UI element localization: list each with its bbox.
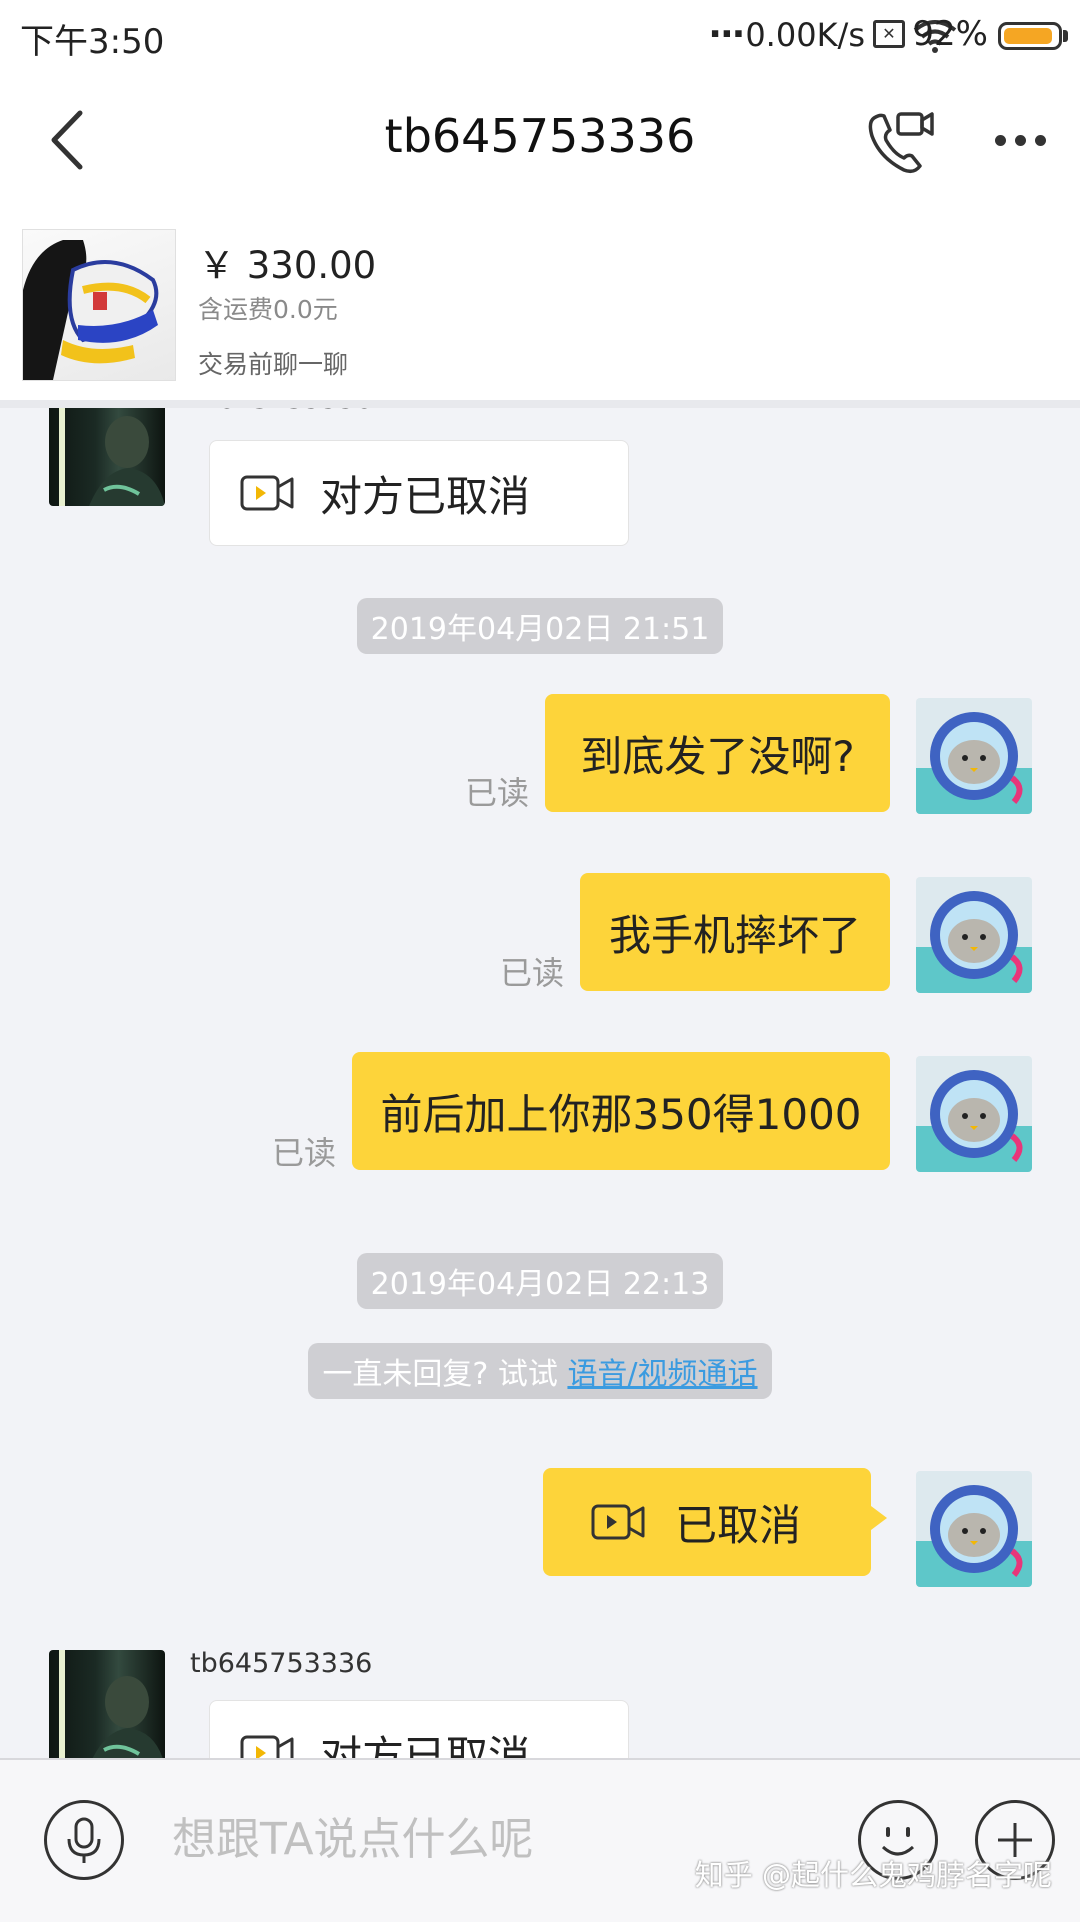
chat-list[interactable]: tb645753336 对方已取消 2019年04月02日 21:51 到底发了…: [0, 408, 1080, 1758]
battery-icon: [998, 22, 1062, 50]
watermark: 知乎 @起什么鬼鸡脖名字呢: [694, 1858, 1053, 1892]
read-status: 已读: [272, 1134, 337, 1172]
timestamp: 2019年04月02日 22:13: [356, 1253, 724, 1309]
timestamp-row: 2019年04月02日 22:13: [0, 1253, 1080, 1309]
battery-percent: 92%: [912, 14, 988, 54]
timestamp: 2019年04月02日 21:51: [356, 598, 724, 654]
video-icon: [591, 1504, 645, 1540]
message-bubble[interactable]: 前后加上你那350得1000: [352, 1052, 890, 1170]
call-hint-row: 一直未回复? 试试 语音/视频通话: [0, 1343, 1080, 1399]
timestamp-row: 2019年04月02日 21:51: [0, 598, 1080, 654]
sender-name: tb645753336: [190, 408, 372, 415]
sender-name: tb645753336: [190, 1648, 373, 1679]
voice-video-call-link[interactable]: 语音/视频通话: [567, 1357, 757, 1392]
sim-error-icon: ✕: [873, 20, 905, 48]
status-time: 下午3:50: [20, 22, 165, 62]
bubble-tail: [871, 1506, 887, 1530]
message-text: 对方已取消: [320, 1731, 531, 1759]
my-avatar[interactable]: [916, 877, 1032, 993]
my-avatar[interactable]: [916, 698, 1032, 814]
read-status: 已读: [500, 954, 565, 992]
microphone-icon[interactable]: [44, 1800, 124, 1880]
avatar[interactable]: [49, 408, 165, 506]
status-bar: 下午3:50 ··· 0.00K/s ✕ 92%: [0, 0, 1080, 75]
message-text: 已取消: [675, 1500, 802, 1550]
my-avatar[interactable]: [916, 1471, 1032, 1587]
read-status: 已读: [465, 774, 530, 812]
product-image[interactable]: [22, 229, 176, 381]
my-avatar[interactable]: [916, 1056, 1032, 1172]
call-hint-text: 一直未回复? 试试: [322, 1357, 568, 1392]
video-icon: [240, 475, 294, 511]
message-bubble[interactable]: 我手机摔坏了: [580, 873, 890, 991]
message-bubble[interactable]: 对方已取消: [209, 1700, 629, 1758]
battery-cap: [1063, 30, 1068, 42]
message-bubble[interactable]: 到底发了没啊?: [545, 694, 890, 812]
network-speed-label: 0.00K/s: [745, 15, 865, 54]
video-icon: [240, 1735, 294, 1758]
product-shipping: 含运费0.0元: [198, 295, 338, 324]
call-hint: 一直未回复? 试试 语音/视频通话: [308, 1343, 772, 1399]
message-bubble[interactable]: 对方已取消: [209, 440, 629, 546]
network-speed: ··· 0.00K/s: [708, 14, 865, 55]
battery-level-fill: [1004, 28, 1052, 44]
video-call-icon[interactable]: [860, 100, 940, 180]
chat-header: tb645753336: [0, 75, 1080, 205]
chat-before-trade: 交易前聊一聊: [198, 350, 349, 379]
signal-dots-icon: ···: [708, 14, 745, 55]
message-bubble[interactable]: 已取消: [543, 1468, 871, 1576]
avatar[interactable]: [49, 1650, 165, 1758]
product-card[interactable]: ￥ 330.00 含运费0.0元 交易前聊一聊: [0, 205, 1080, 408]
message-text: 对方已取消: [320, 471, 531, 521]
more-icon[interactable]: [985, 115, 1055, 165]
input-bar: 知乎 @起什么鬼鸡脖名字呢: [0, 1758, 1080, 1922]
product-price: ￥ 330.00: [198, 244, 377, 287]
